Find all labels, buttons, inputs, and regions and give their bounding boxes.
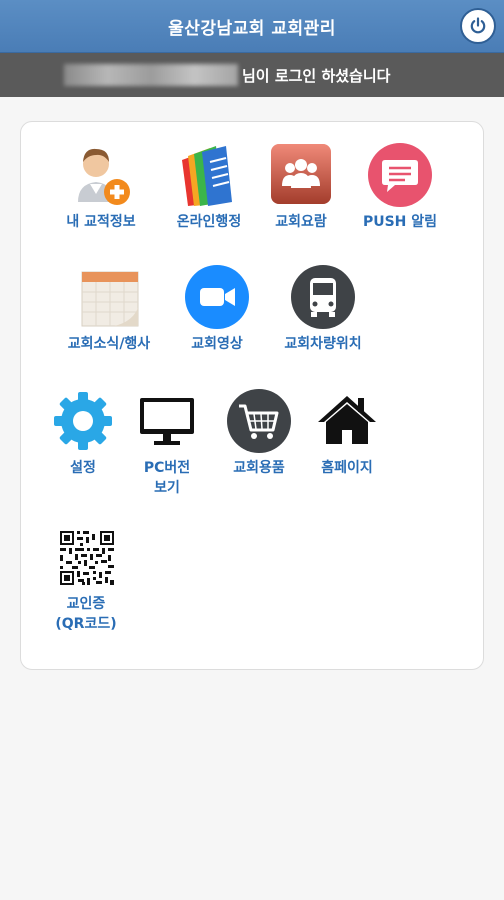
documents-icon — [182, 146, 232, 206]
menu-item-member-qr[interactable]: 교인증 (QR코드) — [26, 522, 146, 634]
app-title: 울산강남교회 교회관리 — [168, 19, 336, 39]
video-camera-icon — [185, 265, 249, 329]
menu-item-vehicle-location[interactable]: 교회차량위치 — [263, 262, 383, 354]
menu-item-push-alert[interactable]: PUSH 알림 — [340, 140, 460, 232]
menu-item-label-line2: (QR코드) — [55, 616, 117, 632]
menu-item-label: 교인증 — [66, 596, 106, 612]
menu-item-label: PUSH 알림 — [362, 214, 438, 230]
menu-item-label: 교회차량위치 — [284, 336, 362, 352]
home-icon — [318, 396, 376, 444]
blurred-user-name — [64, 64, 238, 86]
shopping-cart-icon — [227, 389, 291, 453]
menu-card: 내 교적정보 온라인행정 교회요람 PUSH 알림 교회소식/행사 교회영상 교… — [20, 121, 484, 670]
menu-item-my-info[interactable]: 내 교적정보 — [41, 140, 161, 232]
app-header: 울산강남교회 교회관리 — [0, 0, 504, 53]
add-user-icon — [78, 148, 130, 205]
power-icon — [470, 17, 486, 34]
monitor-icon — [140, 398, 194, 445]
menu-item-church-news[interactable]: 교회소식/행사 — [49, 262, 169, 354]
menu-item-church-video[interactable]: 교회영상 — [157, 262, 277, 354]
login-status-bar: 님이 로그인 하셨습니다 — [0, 53, 504, 97]
calendar-icon — [81, 271, 139, 327]
qr-code-icon — [59, 530, 115, 586]
login-status-text: 님이 로그인 하셨습니다 — [242, 67, 391, 85]
menu-item-homepage[interactable]: 홈페이지 — [287, 386, 407, 478]
people-group-icon — [271, 144, 331, 204]
power-button[interactable] — [460, 8, 496, 44]
bus-icon — [291, 265, 355, 329]
message-icon — [368, 143, 432, 207]
menu-item-label: 홈페이지 — [321, 460, 373, 476]
menu-item-label-line2: 보기 — [154, 480, 180, 496]
menu-item-label: 교회소식/행사 — [67, 336, 151, 352]
menu-item-label: 내 교적정보 — [66, 214, 136, 230]
menu-item-label: 교회영상 — [191, 336, 243, 352]
